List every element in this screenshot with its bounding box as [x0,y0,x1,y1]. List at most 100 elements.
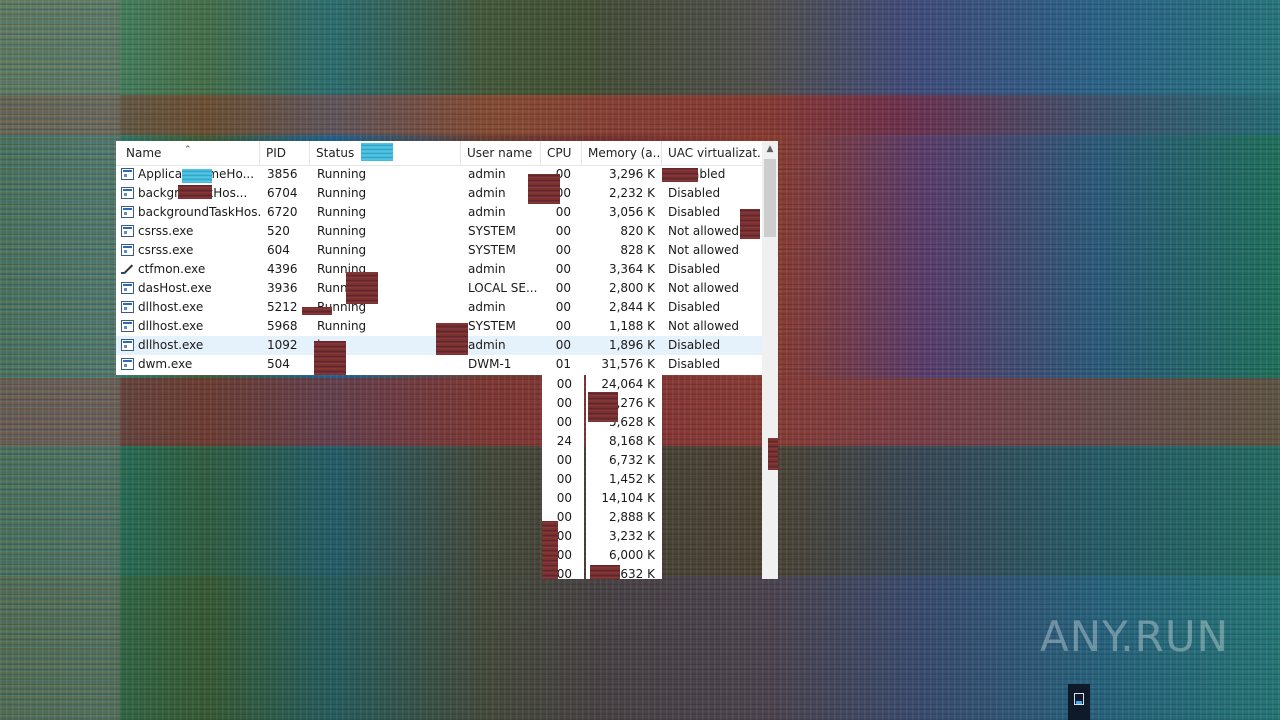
app-window-icon [121,320,134,332]
app-window-icon [121,225,134,237]
overflow-memory-value: 6,732 K [608,453,655,467]
cell-name-tail: ameHo... [200,167,255,181]
app-window-icon [121,301,134,313]
cell-uac: Not allowed [668,224,740,238]
process-list[interactable]: ⌃ Name PID Status User name CPU Memory (… [116,141,762,375]
cell-user: SYSTEM [468,224,516,238]
table-row[interactable]: ctfmon.exe 4396 Running admin 00 3,364 K Disab… [116,260,762,279]
vertical-scrollbar[interactable]: ▲ [762,141,778,579]
table-row[interactable]: csrss.exe 604 Running SYSTEM 00 828 K Not allo… [116,241,762,260]
table-row[interactable]: dllhost.exe 1092 ing admin 00 1,896 K Disabled [116,336,762,355]
cell-name: ctfmon.exe [138,262,206,276]
column-header-cpu[interactable]: CPU [541,141,582,165]
overflow-memory-value: 2,888 K [608,510,655,524]
cell-user: admin [468,186,506,200]
cell-pid: 6704 [267,186,298,200]
cell-status: Runni [317,281,351,295]
cell-user: SYSTEM [468,243,516,257]
table-row[interactable]: Applicat ameHo... 3856 Running admin 00 3,296 … [116,165,762,184]
cell-pid: 3936 [267,281,298,295]
column-header-pid[interactable]: PID [260,141,310,165]
cell-user: SYSTEM [468,319,516,333]
table-row[interactable]: csrss.exe 520 Running SYSTEM 00 820 K Not allo… [116,222,762,241]
cell-uac: Disabled [668,300,721,314]
cell-uac: Disabled [668,262,721,276]
cell-name: dllhost.exe [138,300,204,314]
cell-user: admin [468,262,506,276]
cell-uac: Not allowed [668,281,740,295]
app-window-icon [121,206,134,218]
table-row[interactable]: dllhost.exe 5212 Running admin 00 2,844 K Disa… [116,298,762,317]
cell-status: ing [317,338,336,352]
column-header-name[interactable]: ⌃ Name [116,141,260,165]
overflow-cpu-value: 00 [556,472,572,486]
overflow-memory-value: 14,104 K [601,491,655,505]
cell-status: Running [317,319,367,333]
cell-status: ing [317,357,336,371]
overflow-memory-value: ,632 K [616,567,655,581]
cell-pid: 5212 [267,300,298,314]
app-window-icon [121,339,134,351]
scroll-up-arrow-icon[interactable]: ▲ [762,141,778,158]
cell-user: admin [468,167,506,181]
cell-uac: Not allowed [668,319,740,333]
task-manager-details-window: ⌃ Name PID Status User name CPU Memory (… [116,141,778,581]
column-header-memory[interactable]: Memory (a... [582,141,662,165]
cell-pid: 504 [267,357,290,371]
cell-pid: 3856 [267,167,298,181]
table-row[interactable]: backgro skHos... 6704 Running admin 00 2,232 K… [116,184,762,203]
column-header-row: ⌃ Name PID Status User name CPU Memory (… [116,141,762,166]
background-band [0,95,1280,135]
cell-name: dasHost.exe [138,281,212,295]
tray-device-icon[interactable] [1068,684,1090,720]
app-window-icon [121,358,134,370]
cell-cpu: 01 [555,357,571,371]
app-window-icon [121,282,134,294]
cell-name-tail: skHos... [200,186,248,200]
cell-uac: Disabled [668,186,721,200]
overflow-memory-value: 3,232 K [608,529,655,543]
cell-cpu: 00 [555,262,571,276]
overflow-cpu-value: 00 [556,453,572,467]
overflow-memory-value: 8,168 K [608,434,655,448]
cell-cpu: 00 [555,281,571,295]
cell-status: Running [317,243,367,257]
cell-cpu: 00 [555,167,571,181]
table-row[interactable]: dllhost.exe 5968 Running SYSTEM 00 1,188 K Not… [116,317,762,336]
column-header-status[interactable]: Status [310,141,461,165]
cell-cpu: 00 [555,300,571,314]
cell-user: admin [468,300,506,314]
cell-memory: 2,232 K [608,186,655,200]
overflow-memory-value: 1,452 K [608,472,655,486]
cell-memory: 3,296 K [608,167,655,181]
overflow-cpu-value: 00 [556,529,572,543]
cell-pid: 4396 [267,262,298,276]
overflow-memory-value: 6,000 K [608,548,655,562]
cell-pid: 5968 [267,319,298,333]
overflow-cpu-column: 00 00 00 24 00 00 00 00 00 00 00 [542,375,584,581]
cell-name: dllhost.exe [138,338,204,352]
cell-name: backgroundTaskHos... [138,205,260,219]
cell-memory: 31,576 K [601,357,655,371]
table-row[interactable]: backgroundTaskHos... 6720 Running admin 00 3,… [116,203,762,222]
cell-memory: 2,844 K [608,300,655,314]
app-window-icon [121,244,134,256]
column-header-user-name[interactable]: User name [461,141,541,165]
table-row[interactable]: dasHost.exe 3936 Runni LOCAL SE... 00 2,800 K… [116,279,762,298]
cell-cpu: 00 [555,186,571,200]
cell-status: Running [317,224,367,238]
cell-user: DWM-1 [468,357,512,371]
cell-uac: Disabled [668,205,721,219]
table-row[interactable]: dwm.exe 504 ing DWM-1 01 31,576 K Disabled [116,355,762,374]
watermark-logo: ANY.RUN [1040,612,1229,661]
app-window-icon [121,168,134,180]
cell-name: csrss.exe [138,224,194,238]
cell-pid: 6720 [267,205,298,219]
cell-pid: 520 [267,224,290,238]
column-header-uac-virtualization[interactable]: UAC virtualizat... [662,141,762,165]
cell-memory: 820 K [620,224,655,238]
overflow-cpu-value: 00 [556,548,572,562]
cell-cpu: 00 [555,243,571,257]
scrollbar-thumb[interactable] [764,159,776,237]
cell-memory: 3,056 K [608,205,655,219]
